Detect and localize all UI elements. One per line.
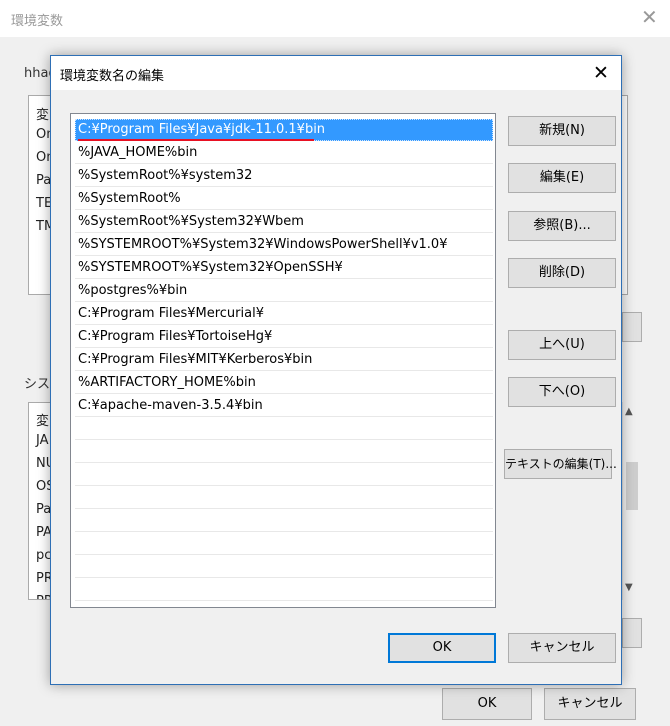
- path-list-item[interactable]: C:¥Program Files¥MIT¥Kerberos¥bin: [75, 349, 493, 371]
- path-text: %SYSTEMROOT%¥System32¥WindowsPowerShell¥…: [78, 237, 448, 252]
- move-down-button[interactable]: 下へ(O): [508, 377, 616, 407]
- background-close-icon[interactable]: ✕: [641, 7, 658, 27]
- background-user-button[interactable]: [622, 312, 642, 342]
- path-list-item[interactable]: C:¥apache-maven-3.5.4¥bin: [75, 395, 493, 417]
- path-list-item-selected[interactable]: C:¥Program Files¥Java¥jdk-11.0.1¥bin: [75, 119, 493, 141]
- system-variables-label: シス: [24, 377, 51, 392]
- path-text: C:¥Program Files¥Mercurial¥: [78, 306, 264, 321]
- empty-row[interactable]: [75, 579, 493, 601]
- dialog-title: 環境変数名の編集: [60, 69, 165, 84]
- move-up-button[interactable]: 上へ(U): [508, 330, 616, 360]
- path-text: %JAVA_HOME%bin: [78, 145, 198, 160]
- path-text: C:¥Program Files¥TortoiseHg¥: [78, 329, 273, 344]
- dialog-titlebar: 環境変数名の編集 ✕: [51, 56, 621, 90]
- path-text: C:¥Program Files¥Java¥jdk-11.0.1¥bin: [78, 122, 326, 137]
- path-list-item[interactable]: %SystemRoot%: [75, 188, 493, 210]
- edit-environment-variable-dialog: 環境変数名の編集 ✕ C:¥Program Files¥Java¥jdk-11.…: [50, 55, 622, 685]
- background-window-title: 環境変数: [11, 14, 64, 29]
- path-text: %SystemRoot%¥system32: [78, 168, 253, 183]
- scrollbar-thumb[interactable]: [626, 462, 638, 510]
- list-item[interactable]: 変: [36, 410, 49, 429]
- path-list-item[interactable]: %ARTIFACTORY_HOME%bin: [75, 372, 493, 394]
- path-list-item[interactable]: %postgres%¥bin: [75, 280, 493, 302]
- close-icon[interactable]: ✕: [589, 62, 613, 84]
- background-ok-button[interactable]: OK: [442, 688, 532, 720]
- list-item[interactable]: Pa: [36, 173, 51, 188]
- system-list-scrollbar[interactable]: ▲ ▼: [622, 402, 640, 600]
- background-system-button[interactable]: [622, 618, 642, 648]
- ok-button[interactable]: OK: [388, 633, 496, 663]
- path-list-item[interactable]: %JAVA_HOME%bin: [75, 142, 493, 164]
- path-list-item[interactable]: %SystemRoot%¥System32¥Wbem: [75, 211, 493, 233]
- browse-button[interactable]: 参照(B)...: [508, 211, 616, 241]
- path-text: C:¥Program Files¥MIT¥Kerberos¥bin: [78, 352, 313, 367]
- path-text: %ARTIFACTORY_HOME%bin: [78, 375, 256, 390]
- path-list[interactable]: C:¥Program Files¥Java¥jdk-11.0.1¥bin %JA…: [70, 113, 496, 608]
- path-text: %SystemRoot%: [78, 191, 181, 206]
- path-list-item[interactable]: %SYSTEMROOT%¥System32¥OpenSSH¥: [75, 257, 493, 279]
- empty-row[interactable]: [75, 487, 493, 509]
- scroll-down-icon[interactable]: ▼: [625, 582, 633, 593]
- path-text: C:¥apache-maven-3.5.4¥bin: [78, 398, 263, 413]
- path-list-item[interactable]: C:¥Program Files¥Mercurial¥: [75, 303, 493, 325]
- path-list-item[interactable]: %SystemRoot%¥system32: [75, 165, 493, 187]
- edit-text-button[interactable]: テキストの編集(T)...: [504, 449, 617, 479]
- path-text: %postgres%¥bin: [78, 283, 188, 298]
- new-button[interactable]: 新規(N): [508, 116, 616, 146]
- empty-row[interactable]: [75, 510, 493, 532]
- list-item[interactable]: 変: [36, 104, 49, 123]
- empty-row[interactable]: [75, 556, 493, 578]
- cancel-button[interactable]: キャンセル: [508, 633, 616, 663]
- empty-row[interactable]: [75, 418, 493, 440]
- empty-row[interactable]: [75, 441, 493, 463]
- path-list-item[interactable]: %SYSTEMROOT%¥System32¥WindowsPowerShell¥…: [75, 234, 493, 256]
- list-item[interactable]: Pa: [36, 502, 51, 517]
- empty-row[interactable]: [75, 464, 493, 486]
- path-text: %SystemRoot%¥System32¥Wbem: [78, 214, 304, 229]
- background-titlebar: 環境変数 ✕: [0, 0, 670, 37]
- scroll-up-icon[interactable]: ▲: [625, 406, 633, 417]
- edit-button[interactable]: 編集(E): [508, 163, 616, 193]
- red-underline-annotation: [78, 139, 314, 141]
- list-item[interactable]: JA: [36, 433, 49, 448]
- path-list-item[interactable]: C:¥Program Files¥TortoiseHg¥: [75, 326, 493, 348]
- delete-button[interactable]: 削除(D): [508, 258, 616, 288]
- background-cancel-button[interactable]: キャンセル: [544, 688, 636, 720]
- path-text: %SYSTEMROOT%¥System32¥OpenSSH¥: [78, 260, 343, 275]
- empty-row[interactable]: [75, 533, 493, 555]
